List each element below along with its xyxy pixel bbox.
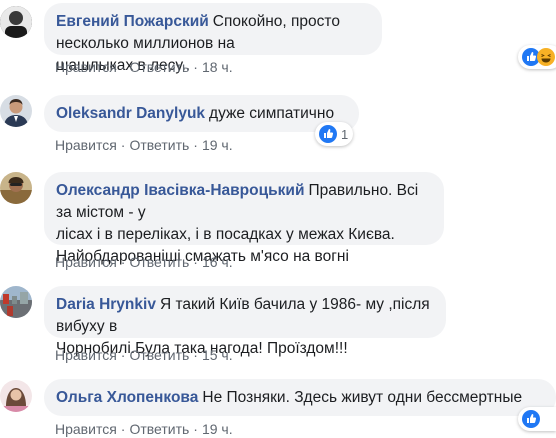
like-link[interactable]: Нравится <box>55 254 117 270</box>
comment-bubble: Daria Hrynkiv Я такий Київ бачила у 1986-… <box>44 286 446 357</box>
like-link[interactable]: Нравится <box>55 137 117 153</box>
comment-author[interactable]: Oleksandr Danylyuk <box>56 105 205 122</box>
separator: · <box>193 347 198 363</box>
reactions-summary[interactable] <box>518 45 556 69</box>
comment-actions: Нравится · Ответить · 19 ч. <box>55 136 233 154</box>
separator: · <box>193 137 198 153</box>
comment-text: лісах і в переліках, і в посадках у межа… <box>56 226 395 243</box>
comment-text: Не Позняки. Здесь живут одни бессмертные <box>202 389 523 406</box>
avatar[interactable] <box>0 6 32 38</box>
comment-time[interactable]: 19 ч. <box>202 421 233 437</box>
reply-link[interactable]: Ответить <box>129 421 189 437</box>
separator: · <box>120 59 126 75</box>
comment-actions: Нравится · Ответить · 19 ч. <box>55 420 233 438</box>
comment-bubble: Евгений Пожарский Спокойно, просто нескол… <box>44 3 382 74</box>
comment-time[interactable]: 16 ч. <box>202 254 233 270</box>
comment-bubble: Oleksandr Danylyuk дуже симпатично <box>44 95 359 132</box>
like-link[interactable]: Нравится <box>55 59 117 75</box>
comment-author[interactable]: Daria Hrynkiv <box>56 296 156 313</box>
like-link[interactable]: Нравится <box>55 347 117 363</box>
comment-author[interactable]: Ольга Хлопенкова <box>56 389 198 406</box>
avatar[interactable] <box>0 286 32 318</box>
reaction-count: 1 <box>341 126 349 142</box>
separator: · <box>120 137 126 153</box>
comment-author[interactable]: Олександр Івасівка-Навроцький <box>56 182 304 199</box>
haha-icon <box>537 48 555 66</box>
comment-time[interactable]: 15 ч. <box>202 347 233 363</box>
separator: · <box>120 254 126 270</box>
separator: · <box>193 59 198 75</box>
separator: · <box>193 421 198 437</box>
reply-link[interactable]: Ответить <box>129 347 189 363</box>
reply-link[interactable]: Ответить <box>129 254 189 270</box>
reactions-summary[interactable]: 1 <box>315 122 353 146</box>
comment-actions: Нравится · Ответить · 15 ч. <box>55 346 233 364</box>
separator: · <box>193 254 198 270</box>
reply-link[interactable]: Ответить <box>129 137 189 153</box>
comment-text: дуже симпатично <box>209 105 335 122</box>
comment-time[interactable]: 19 ч. <box>202 137 233 153</box>
like-link[interactable]: Нравится <box>55 421 117 437</box>
reply-link[interactable]: Ответить <box>129 59 189 75</box>
like-icon <box>522 410 540 428</box>
comment-actions: Нравится · Ответить · 16 ч. <box>55 253 233 271</box>
comment-time[interactable]: 18 ч. <box>202 59 233 75</box>
reactions-summary[interactable] <box>518 407 556 431</box>
avatar[interactable] <box>0 172 32 204</box>
avatar[interactable] <box>0 95 32 127</box>
comment-actions: Нравится · Ответить · 18 ч. <box>55 58 233 76</box>
comment-author[interactable]: Евгений Пожарский <box>56 13 209 30</box>
comment-bubble: Ольга Хлопенкова Не Позняки. Здесь живут … <box>44 379 556 416</box>
separator: · <box>120 347 126 363</box>
comment-bubble: Олександр Івасівка-Навроцький Правильно. … <box>44 172 444 265</box>
separator: · <box>120 421 126 437</box>
like-icon <box>319 125 337 143</box>
avatar[interactable] <box>0 380 32 412</box>
